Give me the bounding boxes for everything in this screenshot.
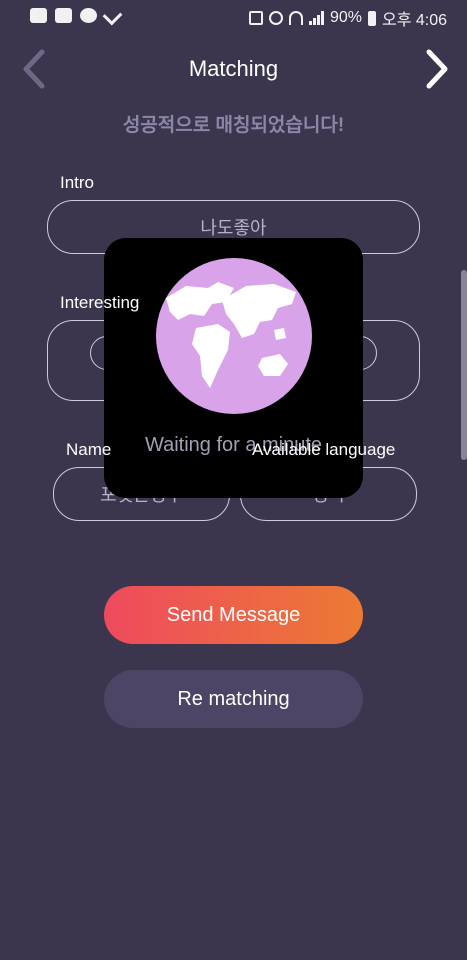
system-status: 90% 오후 4:06 — [248, 6, 447, 30]
globe-icon — [156, 258, 312, 414]
name-label: Name — [66, 440, 112, 459]
gallery-notification-icon — [55, 8, 72, 23]
interesting-label: Interesting — [60, 293, 140, 312]
mute-icon — [248, 11, 263, 25]
status-bar: 90% 오후 4:06 — [0, 0, 467, 34]
talk-notification-icon — [80, 8, 97, 23]
page-title: Matching — [188, 56, 279, 81]
app-notification-icon — [30, 8, 47, 23]
available-language-label: Available language — [252, 440, 396, 459]
scrollbar[interactable] — [461, 270, 467, 460]
rematching-button[interactable]: Re matching — [104, 670, 363, 728]
signal-icon — [308, 11, 324, 25]
wifi-icon — [288, 11, 303, 25]
notification-icons — [30, 5, 123, 26]
forward-chevron-icon[interactable] — [423, 48, 453, 90]
send-message-button[interactable]: Send Message — [104, 586, 363, 644]
battery-percentage: 90% — [329, 9, 362, 26]
battery-icon — [367, 10, 376, 26]
checkmark-notification-icon — [102, 5, 123, 26]
clock: 오후 4:06 — [381, 12, 447, 29]
match-success-message: 성공적으로 매칭되었습니다! — [122, 115, 345, 136]
intro-label: Intro — [60, 173, 95, 192]
alarm-icon — [268, 11, 283, 25]
